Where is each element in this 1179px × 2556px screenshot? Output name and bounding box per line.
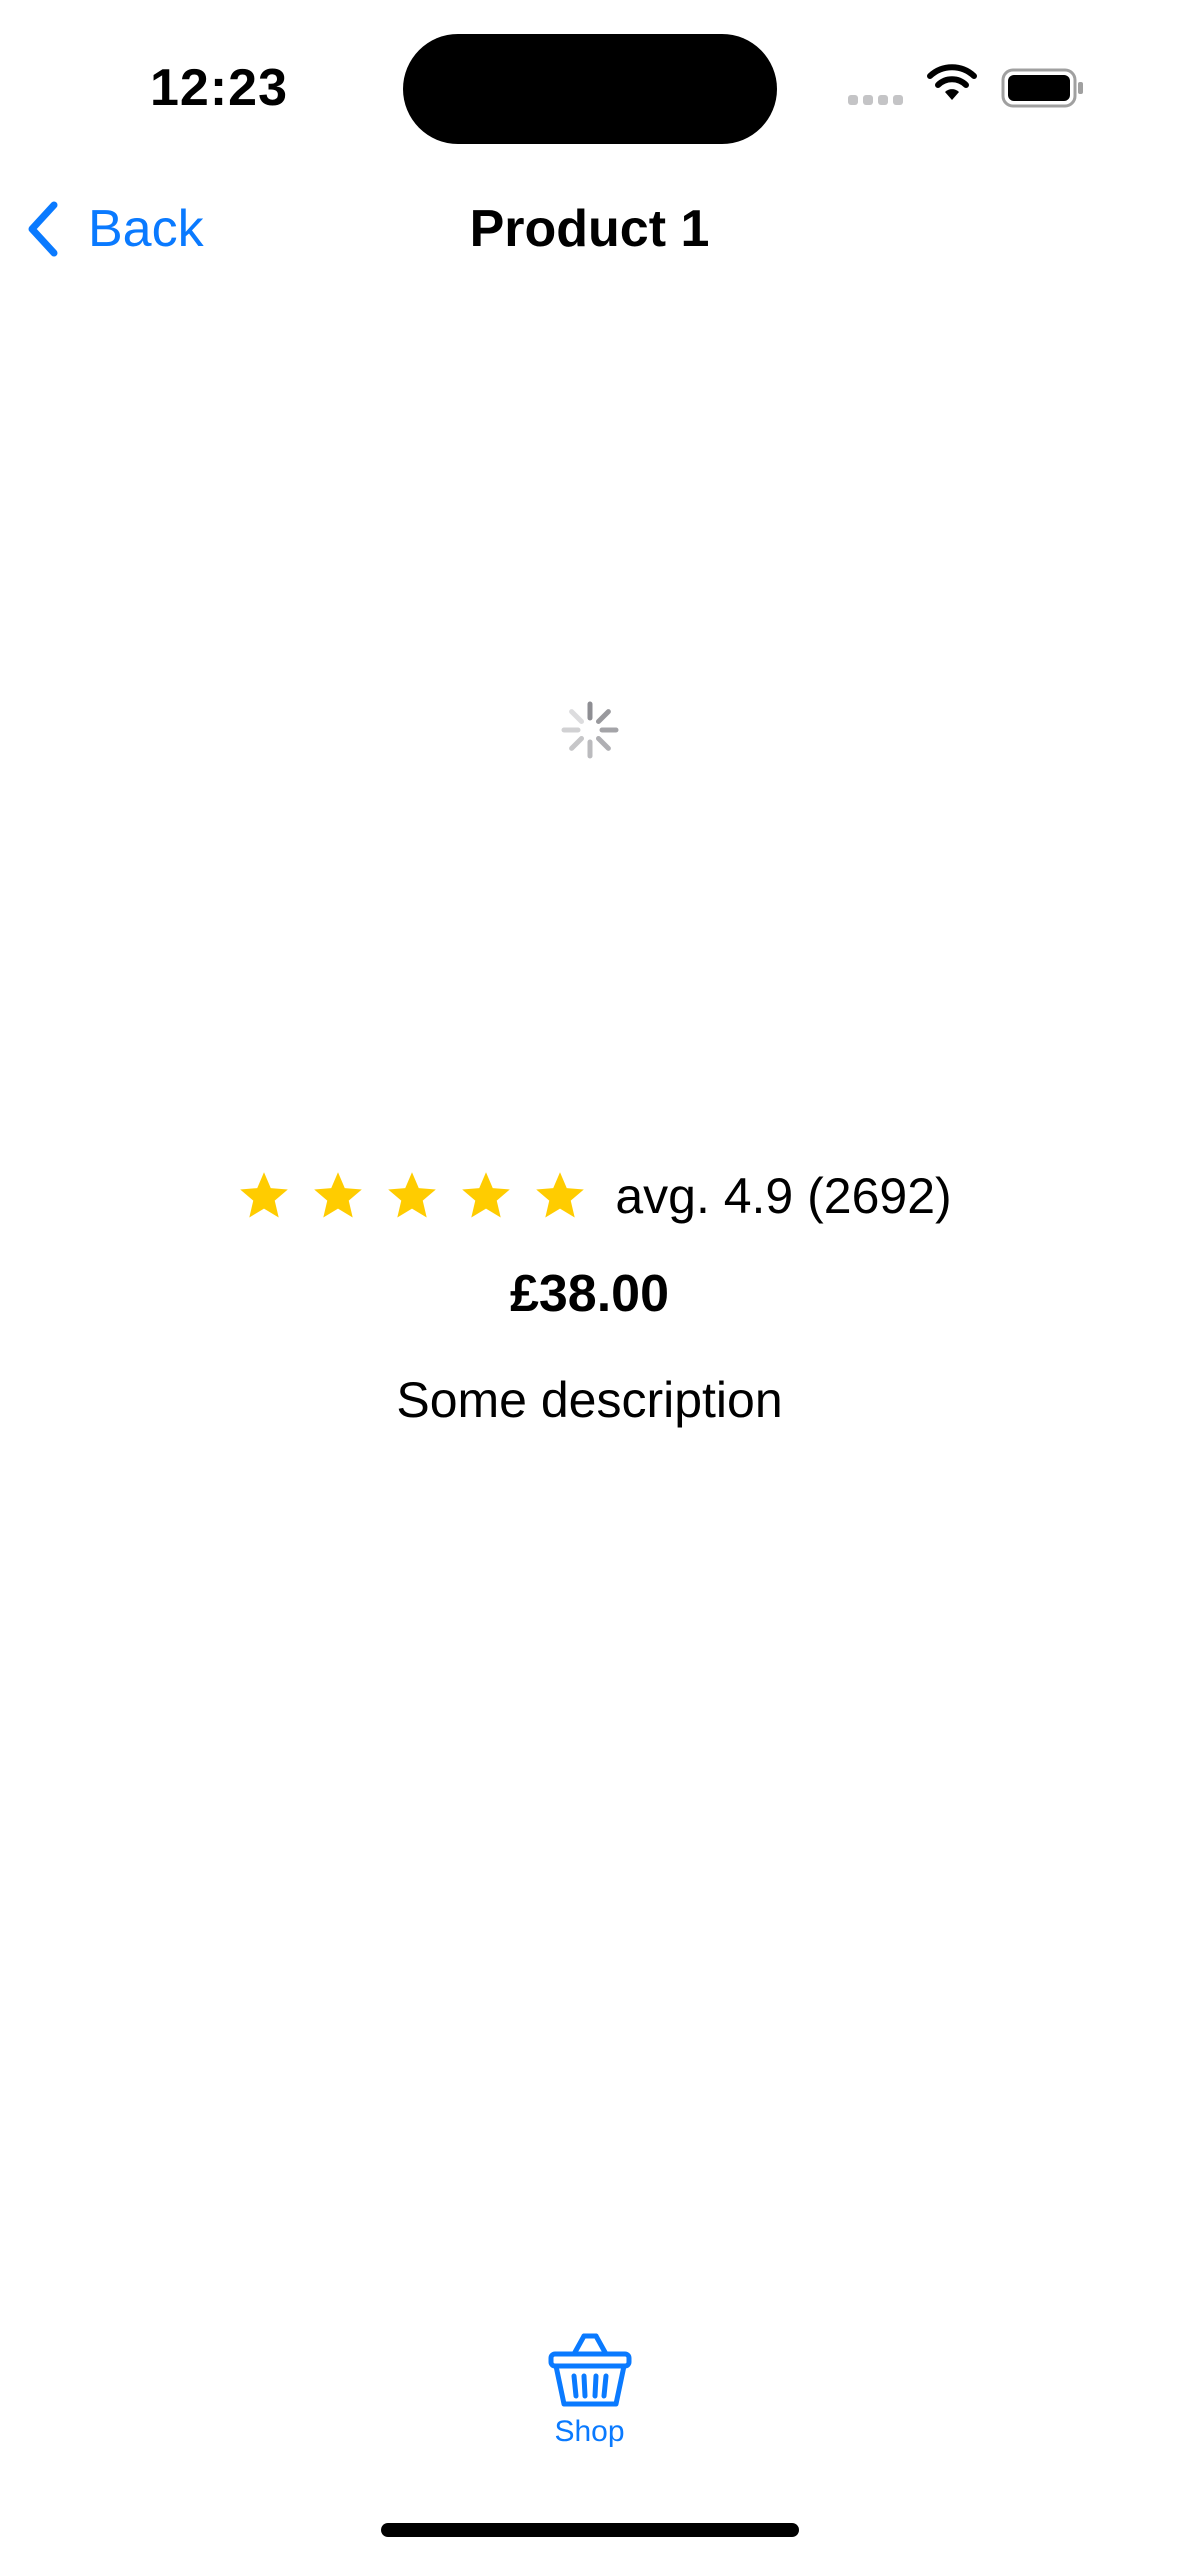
activity-spinner-icon — [561, 701, 619, 759]
rating-row: avg. 4.9 (2692) — [0, 1160, 1179, 1232]
spinner-spoke — [595, 735, 611, 751]
basket-icon — [548, 2333, 631, 2407]
tab-shop-label: Shop — [554, 2415, 625, 2448]
product-description: Some description — [396, 1372, 783, 1428]
status-time: 12:23 — [150, 59, 288, 117]
back-button-label: Back — [88, 200, 204, 258]
spinner-spoke — [569, 709, 585, 725]
star-icon — [314, 1172, 363, 1218]
star-icon — [536, 1172, 585, 1218]
rating-stars — [227, 1168, 597, 1224]
wifi-icon — [927, 64, 977, 100]
star-icon — [462, 1172, 511, 1218]
tab-shop[interactable]: Shop — [529, 2330, 650, 2450]
spinner-spoke — [595, 709, 611, 725]
home-indicator[interactable] — [381, 2523, 799, 2537]
dynamic-island — [403, 34, 777, 144]
status-bar: 12:23 — [0, 0, 1179, 150]
spinner-spoke — [569, 735, 585, 751]
navigation-bar: Product 1 Back — [0, 175, 1179, 285]
back-button[interactable]: Back — [24, 197, 204, 261]
star-icon — [388, 1172, 437, 1218]
product-price: £38.00 — [509, 1265, 670, 1323]
star-icon — [240, 1172, 289, 1218]
battery-icon — [1001, 68, 1083, 108]
cellular-signal-icon — [848, 95, 908, 107]
rating-summary: avg. 4.9 (2692) — [615, 1168, 952, 1224]
chevron-left-icon — [28, 201, 58, 257]
tab-bar: Shop — [0, 2310, 1179, 2480]
